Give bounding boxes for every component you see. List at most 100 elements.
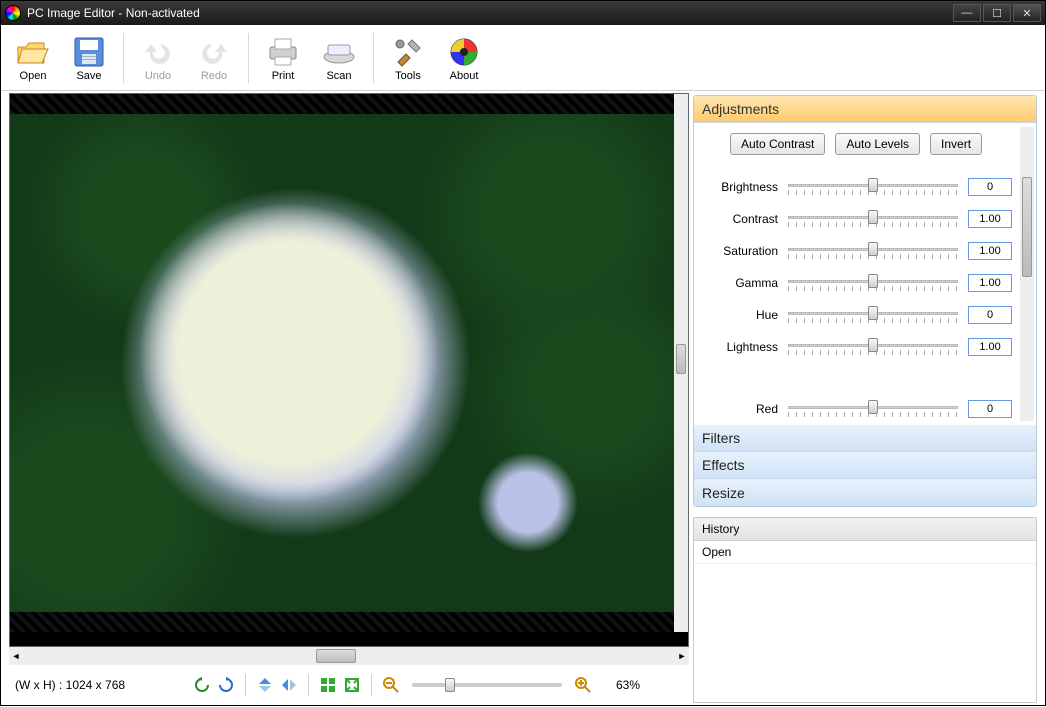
tools-button[interactable]: Tools [380,32,436,84]
zoom-slider-knob[interactable] [445,678,455,692]
history-panel: History Open [693,517,1037,703]
flip-horizontal-icon[interactable] [280,676,298,694]
image-canvas[interactable] [9,93,689,647]
hue-value[interactable]: 0 [968,306,1012,324]
lightness-slider-row: Lightness 1.00 [698,331,1032,363]
red-slider[interactable] [788,400,958,418]
redo-button[interactable]: Redo [186,32,242,84]
saturation-slider[interactable] [788,242,958,260]
window-titlebar: PC Image Editor - Non-activated — ☐ ✕ [1,1,1045,25]
zoom-out-icon[interactable] [382,676,400,694]
save-label: Save [76,70,101,82]
slider-label: Contrast [698,212,788,226]
invert-button[interactable]: Invert [930,133,982,155]
rotate-left-icon[interactable] [193,676,211,694]
save-button[interactable]: Save [61,32,117,84]
panel-title: Effects [702,457,745,473]
brightness-slider[interactable] [788,178,958,196]
auto-levels-button[interactable]: Auto Levels [835,133,920,155]
gamma-slider[interactable] [788,274,958,292]
about-label: About [450,70,479,82]
image-preview [10,114,674,612]
history-header: History [694,518,1036,541]
canvas-border-top [10,94,674,114]
slider-label: Brightness [698,180,788,194]
panel-title: Filters [702,430,740,446]
panel-header-adjustments[interactable]: Adjustments [694,96,1036,123]
image-dimensions: (W x H) : 1024 x 768 [15,678,185,692]
actual-size-icon[interactable] [343,676,361,694]
fit-screen-icon[interactable] [319,676,337,694]
scanner-icon [321,34,357,70]
scroll-right-arrow[interactable]: ► [675,647,689,665]
contrast-slider[interactable] [788,210,958,228]
about-button[interactable]: About [436,32,492,84]
scan-button[interactable]: Scan [311,32,367,84]
undo-button[interactable]: Undo [130,32,186,84]
auto-contrast-button[interactable]: Auto Contrast [730,133,825,155]
red-value[interactable]: 0 [968,400,1012,418]
brightness-value[interactable]: 0 [968,178,1012,196]
open-button[interactable]: Open [5,32,61,84]
saturation-slider-row: Saturation 1.00 [698,235,1032,267]
minimize-button[interactable]: — [953,4,981,22]
slider-label: Saturation [698,244,788,258]
toolbar-separator [373,33,374,83]
undo-label: Undo [145,70,171,82]
contrast-value[interactable]: 1.00 [968,210,1012,228]
tools-label: Tools [395,70,421,82]
panel-title: Resize [702,485,745,501]
slider-knob[interactable] [868,400,878,414]
redo-icon [196,34,232,70]
scroll-left-arrow[interactable]: ◄ [9,647,23,665]
contrast-slider-row: Contrast 1.00 [698,203,1032,235]
red-slider-row: Red 0 [698,393,1032,425]
statusbar-separator [245,674,246,696]
hue-slider-row: Hue 0 [698,299,1032,331]
lightness-value[interactable]: 1.00 [968,338,1012,356]
canvas-horizontal-scrollbar[interactable]: ◄ ► [9,647,689,665]
panel-header-effects[interactable]: Effects [694,452,1036,479]
slider-knob[interactable] [868,210,878,224]
toolbar-separator [248,33,249,83]
history-item[interactable]: Open [694,541,1036,564]
floppy-icon [71,34,107,70]
close-button[interactable]: ✕ [1013,4,1041,22]
zoom-slider[interactable] [412,683,562,687]
statusbar-separator [371,674,372,696]
print-label: Print [272,70,295,82]
lightness-slider[interactable] [788,338,958,356]
slider-knob[interactable] [868,306,878,320]
zoom-in-icon[interactable] [574,676,592,694]
gamma-value[interactable]: 1.00 [968,274,1012,292]
hue-slider[interactable] [788,306,958,324]
toolbar-separator [123,33,124,83]
rotate-right-icon[interactable] [217,676,235,694]
slider-knob[interactable] [868,242,878,256]
panel-header-resize[interactable]: Resize [694,479,1036,506]
slider-label: Gamma [698,276,788,290]
scrollbar-thumb[interactable] [316,649,356,663]
maximize-button[interactable]: ☐ [983,4,1011,22]
canvas-vertical-scrollbar[interactable] [674,94,688,632]
scrollbar-thumb[interactable] [1022,177,1032,277]
slider-knob[interactable] [868,274,878,288]
printer-icon [265,34,301,70]
gamma-slider-row: Gamma 1.00 [698,267,1032,299]
scan-label: Scan [326,70,351,82]
saturation-value[interactable]: 1.00 [968,242,1012,260]
print-button[interactable]: Print [255,32,311,84]
adjustments-panel-body: Auto Contrast Auto Levels Invert Brightn… [694,123,1036,425]
slider-label: Hue [698,308,788,322]
panel-header-filters[interactable]: Filters [694,425,1036,452]
app-icon [5,5,21,21]
slider-knob[interactable] [868,178,878,192]
flip-vertical-icon[interactable] [256,676,274,694]
slider-label: Red [698,402,788,416]
status-bar: (W x H) : 1024 x 768 63% [9,665,689,705]
scrollbar-thumb[interactable] [676,344,686,374]
slider-knob[interactable] [868,338,878,352]
open-label: Open [20,70,47,82]
panel-scrollbar[interactable] [1020,127,1034,421]
undo-icon [140,34,176,70]
